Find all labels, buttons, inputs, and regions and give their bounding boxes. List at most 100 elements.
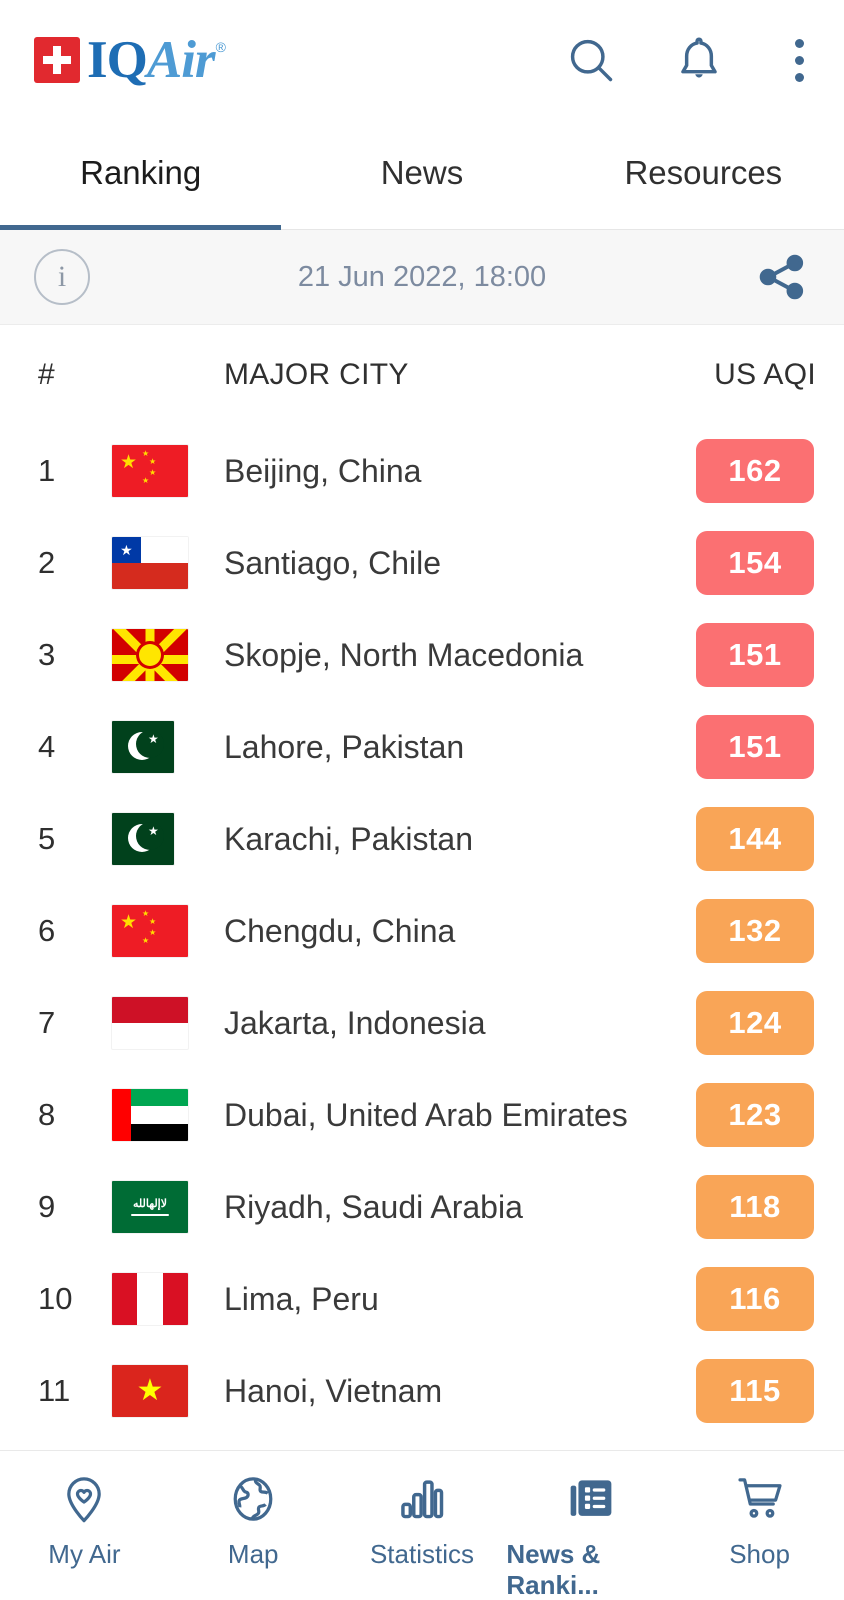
- logo-text-iq: IQ: [87, 30, 148, 89]
- aqi-badge: 132: [696, 899, 814, 963]
- notifications-bell-icon[interactable]: [673, 34, 725, 86]
- table-row[interactable]: 5 ★ Karachi, Pakistan 144: [0, 793, 844, 885]
- tab-news[interactable]: News: [281, 120, 562, 229]
- row-flag: ★: [112, 813, 224, 865]
- row-aqi-cell: 115: [694, 1359, 816, 1423]
- row-rank: 9: [38, 1189, 56, 1224]
- row-rank: 3: [38, 637, 56, 672]
- row-city-name: Dubai, United Arab Emirates: [224, 1096, 628, 1133]
- row-aqi-cell: 124: [694, 991, 816, 1055]
- row-flag: [112, 1273, 224, 1325]
- table-row[interactable]: 7 Jakarta, Indonesia 124: [0, 977, 844, 1069]
- location-heart-icon: [67, 1477, 102, 1523]
- newspaper-icon: [570, 1480, 612, 1516]
- header-aqi: US AQI: [714, 358, 816, 391]
- row-rank: 2: [38, 545, 56, 580]
- tab-news-label: News: [380, 153, 464, 191]
- bar-chart-icon: [401, 1480, 444, 1519]
- row-rank: 1: [38, 453, 56, 488]
- table-row[interactable]: 1 ★ ★ ★ ★ ★ Beijing, China 162: [0, 425, 844, 517]
- aqi-badge: 123: [696, 1083, 814, 1147]
- flag-china: ★ ★ ★ ★ ★: [112, 445, 188, 497]
- row-city-name: Riyadh, Saudi Arabia: [224, 1188, 523, 1225]
- row-rank: 10: [38, 1281, 73, 1316]
- table-row[interactable]: 3 Skopje, North Macedonia 151: [0, 609, 844, 701]
- tab-resources-label: Resources: [624, 153, 783, 191]
- tab-ranking-label: Ranking: [80, 153, 202, 191]
- row-rank: 5: [38, 821, 56, 856]
- search-icon[interactable]: [565, 34, 617, 86]
- flag-china: ★ ★ ★ ★ ★: [112, 905, 188, 957]
- flag-north-macedonia: [112, 629, 188, 681]
- ranking-list[interactable]: # MAJOR CITY US AQI 1 ★ ★ ★ ★ ★ Beijing, China…: [0, 325, 844, 1450]
- aqi-badge: 118: [696, 1175, 814, 1239]
- aqi-badge: 151: [696, 623, 814, 687]
- tab-resources[interactable]: Resources: [563, 120, 844, 229]
- more-options-icon[interactable]: [781, 33, 818, 88]
- app-header: IQ Air ®: [0, 0, 844, 120]
- table-row[interactable]: 6 ★ ★ ★ ★ ★ Chengdu, China 132: [0, 885, 844, 977]
- table-header-row: # MAJOR CITY US AQI: [0, 325, 844, 425]
- flag-indonesia: [112, 997, 188, 1049]
- table-row[interactable]: 8 Dubai, United Arab Emirates 123: [0, 1069, 844, 1161]
- table-row[interactable]: 11 ★ Hanoi, Vietnam 115: [0, 1345, 844, 1437]
- info-icon[interactable]: i: [34, 249, 90, 305]
- row-rank: 11: [38, 1373, 71, 1408]
- aqi-badge: 144: [696, 807, 814, 871]
- nav-item-statistics[interactable]: Statistics: [338, 1473, 507, 1570]
- table-row[interactable]: 9 لاإلهالله Riyadh, Saudi Arabia 118: [0, 1161, 844, 1253]
- main-tabs: Ranking News Resources: [0, 120, 844, 230]
- row-aqi-cell: 144: [694, 807, 816, 871]
- ranking-timestamp: 21 Jun 2022, 18:00: [297, 260, 547, 293]
- swiss-cross-icon: [34, 37, 80, 83]
- nav-label-map: Map: [227, 1539, 279, 1569]
- info-icon-label: i: [57, 260, 67, 293]
- row-flag: [112, 997, 224, 1049]
- nav-item-map[interactable]: Map: [169, 1473, 338, 1570]
- aqi-badge: 124: [696, 991, 814, 1055]
- cart-icon: [738, 1478, 782, 1518]
- row-rank: 4: [38, 729, 56, 764]
- logo-text-air: Air: [146, 30, 216, 89]
- aqi-badge: 116: [696, 1267, 814, 1331]
- table-row[interactable]: 2 ★ Santiago, Chile 154: [0, 517, 844, 609]
- row-city-name: Beijing, China: [224, 452, 422, 489]
- row-rank: 8: [38, 1097, 56, 1132]
- aqi-badge: 115: [696, 1359, 814, 1423]
- flag-saudi-arabia: لاإلهالله: [112, 1181, 188, 1233]
- aqi-badge: 151: [696, 715, 814, 779]
- row-city-name: Hanoi, Vietnam: [224, 1372, 443, 1409]
- row-city-name: Jakarta, Indonesia: [224, 1004, 486, 1041]
- tab-ranking[interactable]: Ranking: [0, 120, 282, 230]
- row-flag: ★ ★ ★ ★ ★: [112, 445, 224, 497]
- table-row[interactable]: 4 ★ Lahore, Pakistan 151: [0, 701, 844, 793]
- nav-label-my-air: My Air: [48, 1539, 121, 1569]
- row-aqi-cell: 123: [694, 1083, 816, 1147]
- iqair-logo[interactable]: IQ Air ®: [34, 32, 226, 88]
- nav-item-my-air[interactable]: My Air: [0, 1473, 169, 1570]
- table-row[interactable]: 10 Lima, Peru 116: [0, 1253, 844, 1345]
- flag-pakistan: ★: [112, 813, 174, 865]
- row-rank: 7: [38, 1005, 56, 1040]
- row-flag: ★: [112, 537, 224, 589]
- logo-trademark: ®: [215, 38, 226, 55]
- iqair-app: IQ Air ® Ranking News Resources i 21 Jun…: [0, 0, 844, 1600]
- nav-item-news-rankings[interactable]: News & Ranki...: [506, 1473, 675, 1600]
- aqi-badge: 162: [696, 439, 814, 503]
- row-flag: ★: [112, 1365, 224, 1417]
- nav-item-shop[interactable]: Shop: [675, 1473, 844, 1570]
- header-city: MAJOR CITY: [224, 358, 409, 391]
- row-aqi-cell: 151: [694, 623, 816, 687]
- row-flag: [112, 629, 224, 681]
- row-city-name: Skopje, North Macedonia: [224, 636, 584, 673]
- row-aqi-cell: 132: [694, 899, 816, 963]
- flag-peru: [112, 1273, 188, 1325]
- nav-label-statistics: Statistics: [369, 1539, 474, 1569]
- nav-label-shop: Shop: [729, 1539, 790, 1569]
- share-icon[interactable]: [754, 249, 810, 305]
- flag-pakistan: ★: [112, 721, 174, 773]
- row-aqi-cell: 118: [694, 1175, 816, 1239]
- row-city-name: Lahore, Pakistan: [224, 728, 465, 765]
- row-aqi-cell: 151: [694, 715, 816, 779]
- row-flag: ★: [112, 721, 224, 773]
